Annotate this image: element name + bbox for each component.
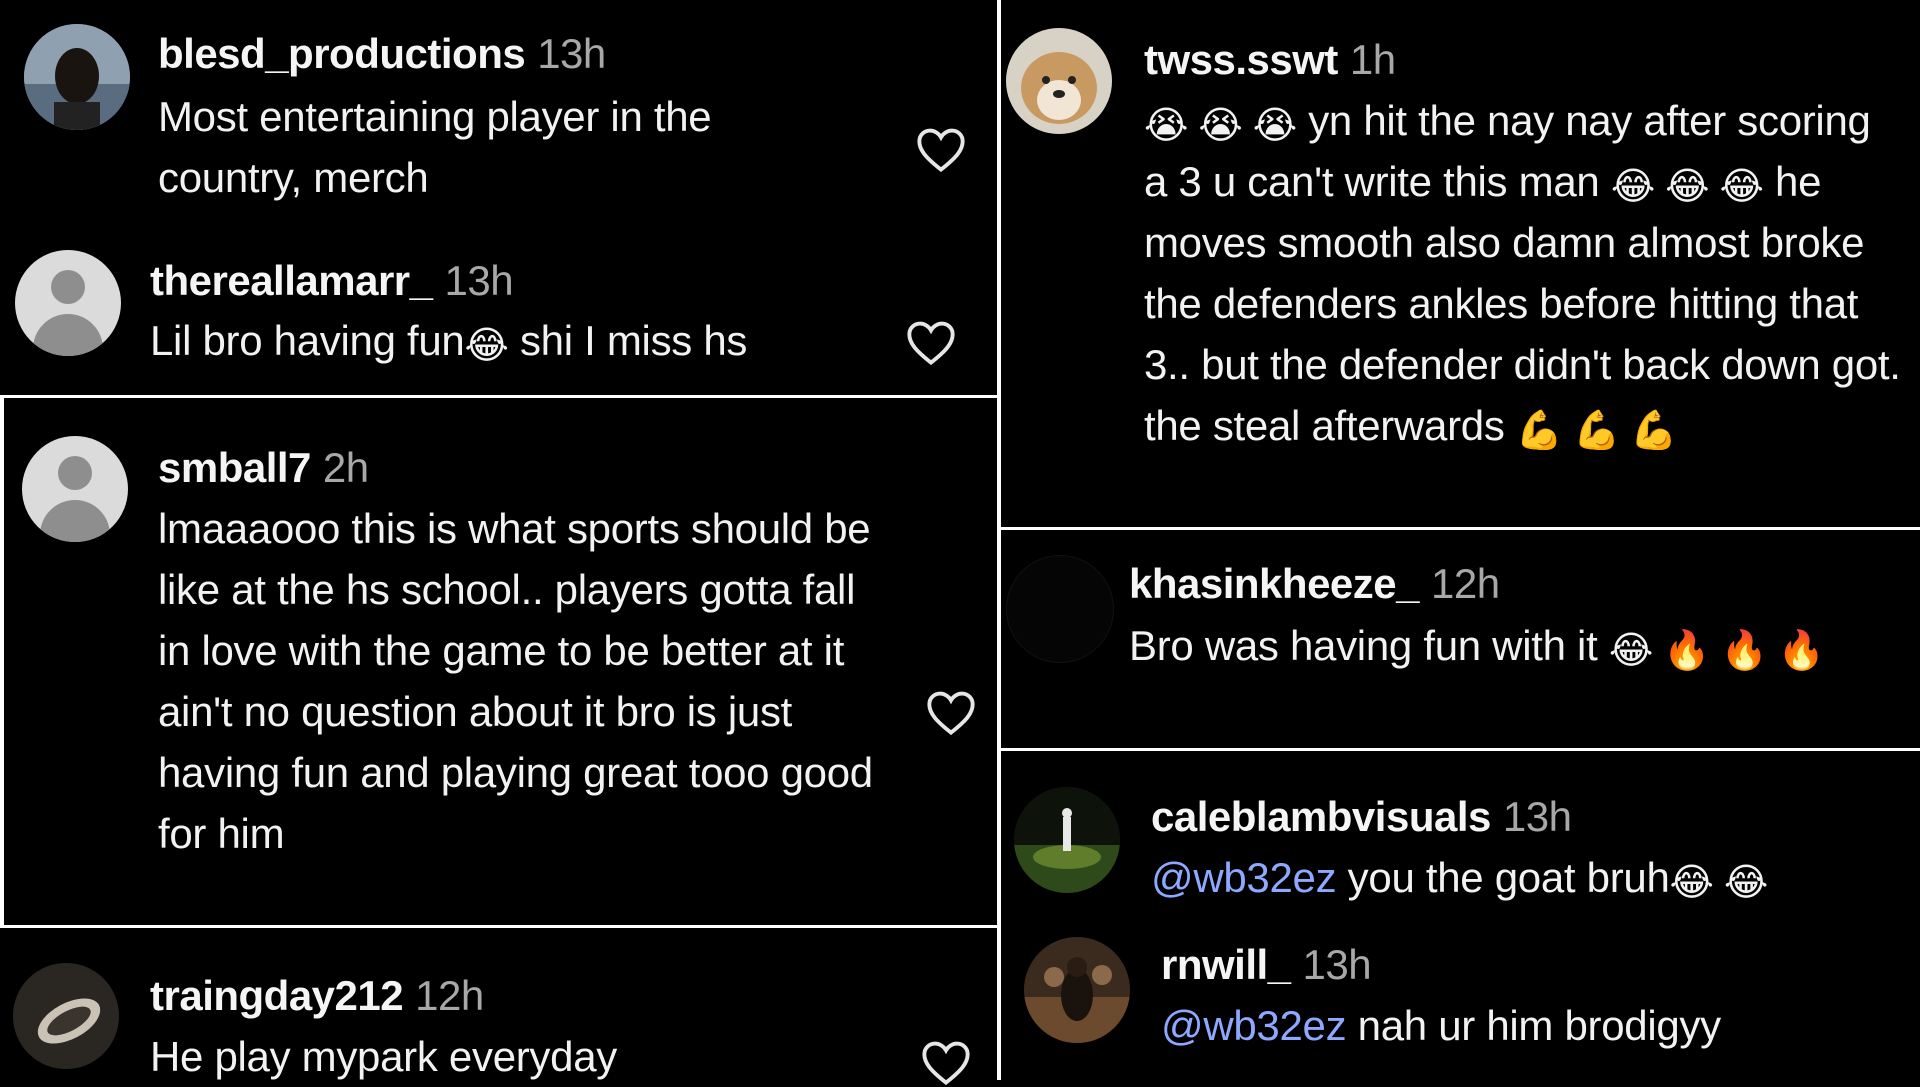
username[interactable]: rnwill_ (1161, 941, 1291, 988)
heart-outline-icon[interactable] (925, 688, 977, 736)
avatar[interactable] (1006, 555, 1114, 663)
laughing-emoji: 😂 (464, 325, 509, 367)
heart-outline-icon[interactable] (905, 318, 957, 366)
timestamp: 2h (322, 444, 369, 491)
comment-text: Bro was having fun with it 😂 🔥 🔥 🔥 (1129, 622, 1825, 672)
username[interactable]: twss.sswt (1144, 36, 1338, 83)
timestamp: 13h (444, 257, 514, 304)
comment-text: He play mypark everyday (150, 1033, 617, 1080)
comment-item: caleblambvisuals 13h @wb32ez you the goat… (1001, 751, 1920, 921)
heart-outline-icon[interactable] (920, 1038, 972, 1086)
timestamp: 13h (1302, 941, 1372, 988)
comment-text: lmaaaooo this is what sports should be l… (158, 505, 873, 857)
comment-item: khasinkheeze_ 12h Bro was having fun with… (1001, 530, 1920, 748)
username[interactable]: thereallamarr_ (150, 257, 433, 304)
comment-item: rnwill_ 13h @wb32ez nah ur him brodigyy (1001, 921, 1920, 1080)
crying-emoji: 😭 😭 😭 (1144, 105, 1297, 147)
avatar[interactable] (22, 436, 128, 542)
flexed-biceps-emoji: 💪 💪 💪 (1515, 410, 1678, 452)
comment-item: thereallamarr_ 13h Lil bro having fun😂 sh… (0, 0, 997, 395)
mention-link[interactable]: @wb32ez (1151, 854, 1337, 901)
timestamp: 13h (1502, 793, 1572, 840)
avatar[interactable] (1014, 787, 1120, 893)
comment-item: smball7 2h lmaaaooo this is what sports s… (0, 398, 997, 925)
comment-text: @wb32ez nah ur him brodigyy (1161, 1002, 1721, 1049)
avatar[interactable] (1024, 937, 1130, 1043)
mention-link[interactable]: @wb32ez (1161, 1002, 1347, 1049)
comment-item: traingday212 12h He play mypark everyday (0, 928, 997, 1086)
laughing-emoji: 😂 😂 😂 (1610, 166, 1764, 208)
comment-text: 😭 😭 😭 yn hit the nay nay after scoring a… (1144, 97, 1901, 452)
avatar[interactable] (15, 250, 121, 356)
username[interactable]: traingday212 (150, 972, 404, 1019)
comment-text: Lil bro having fun😂 shi I miss hs (150, 317, 748, 367)
comment-text: @wb32ez you the goat bruh😂 😂 (1151, 854, 1769, 904)
avatar[interactable] (13, 963, 119, 1069)
timestamp: 1h (1349, 36, 1396, 83)
timestamp: 12h (415, 972, 484, 1019)
laughing-emoji: 😂 😂 (1669, 862, 1769, 904)
avatar[interactable] (1006, 28, 1112, 134)
username[interactable]: khasinkheeze_ (1129, 560, 1420, 607)
comment-item: twss.sswt 1h 😭 😭 😭 yn hit the nay nay aft… (1001, 0, 1920, 527)
username[interactable]: caleblambvisuals (1151, 793, 1491, 840)
laughing-fire-emoji: 😂 🔥 🔥 🔥 (1608, 630, 1825, 672)
username[interactable]: smball7 (158, 444, 311, 491)
timestamp: 12h (1431, 560, 1500, 607)
